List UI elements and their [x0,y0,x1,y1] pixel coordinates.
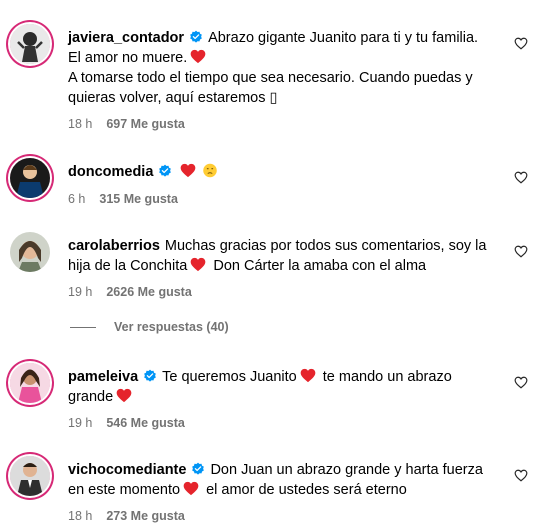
comment-username[interactable]: doncomedia [68,164,153,180]
like-heart-icon[interactable] [514,469,528,482]
like-heart-icon[interactable] [514,171,528,184]
avatar[interactable] [10,456,50,496]
like-heart-icon[interactable] [514,245,528,258]
heart-emoji-icon [300,368,316,383]
heart-emoji-icon [183,481,199,496]
comment-likes[interactable]: 697 Me gusta [106,117,185,131]
comment-time[interactable]: 6 h [68,192,85,206]
heart-emoji-icon [190,49,206,64]
view-replies-button[interactable]: Ver respuestas (40) [70,320,229,334]
heart-emoji-icon [116,388,132,403]
comment-likes[interactable]: 315 Me gusta [99,192,178,206]
comment-time[interactable]: 18 h [68,509,92,523]
comment-likes[interactable]: 273 Me gusta [106,509,185,523]
comment-username[interactable]: vichocomediante [68,462,186,478]
verified-badge-icon [143,369,157,383]
like-heart-icon[interactable] [514,37,528,50]
comment-text: Abrazo gigante Juanito para ti y tu fami… [208,30,479,46]
comment-time[interactable]: 18 h [68,117,92,131]
comment-text: Te queremos Juanito [162,369,297,385]
heart-emoji-icon [180,163,196,178]
comment-text: el amor de ustedes será eterno [206,482,407,498]
view-replies-label: Ver respuestas (40) [114,320,229,334]
avatar[interactable] [10,158,50,198]
heart-emoji-icon [190,257,206,272]
comment-username[interactable]: pameleiva [68,369,138,385]
comment-likes[interactable]: 2626 Me gusta [106,285,191,299]
comment-username[interactable]: javiera_contador [68,30,184,46]
comment-likes[interactable]: 546 Me gusta [106,416,185,430]
avatar[interactable] [10,232,50,272]
like-heart-icon[interactable] [514,376,528,389]
verified-badge-icon [158,164,172,178]
missing-glyph: ▯ [269,90,278,106]
avatar[interactable] [10,24,50,64]
comment-time[interactable]: 19 h [68,285,92,299]
comment-time[interactable]: 19 h [68,416,92,430]
replies-divider [70,326,96,328]
verified-badge-icon [189,30,203,44]
avatar[interactable] [10,363,50,403]
verified-badge-icon [191,462,205,476]
sad-face-emoji-icon [203,163,218,178]
comment-text: El amor no muere. [68,50,188,66]
comment-username[interactable]: carolaberrios [68,238,160,254]
comment-text: Don Cárter la amaba con el alma [213,258,427,274]
